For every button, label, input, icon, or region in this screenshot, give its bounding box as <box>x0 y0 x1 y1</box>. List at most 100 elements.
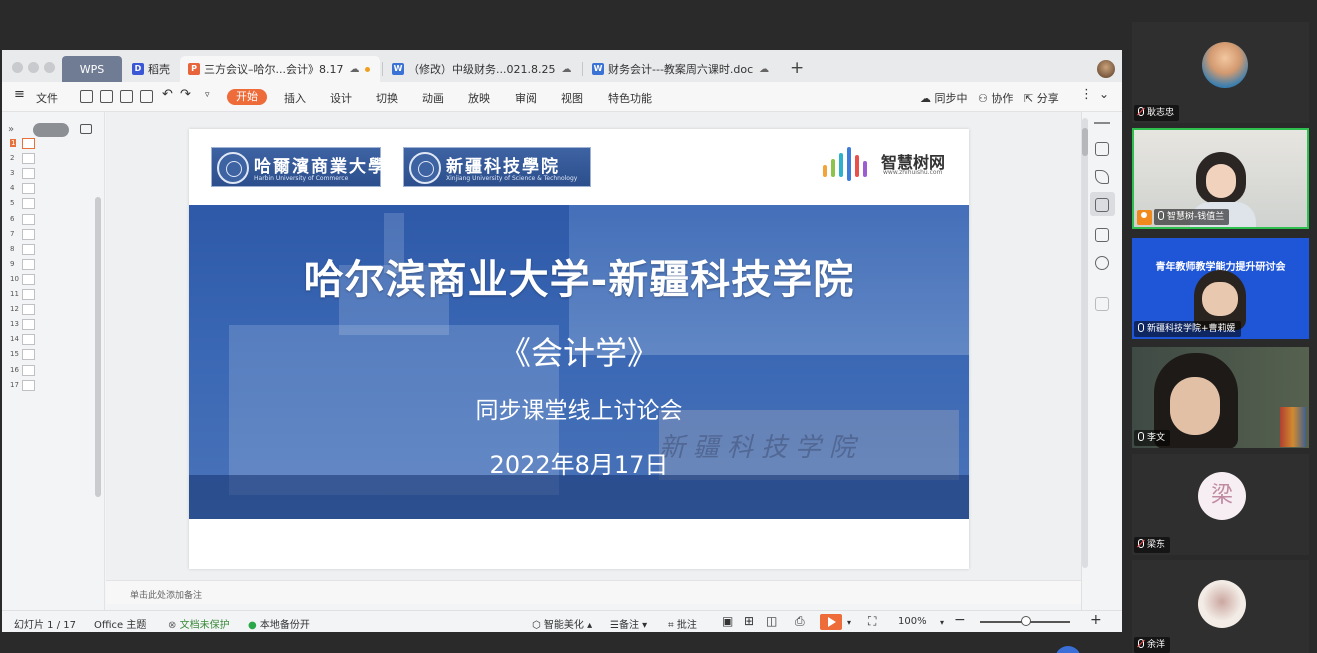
thumbnail-number: 7 <box>10 229 15 238</box>
save-icon[interactable] <box>80 90 93 103</box>
collaborate-button[interactable]: ⚇ 协作 <box>978 90 1013 106</box>
collapse-ribbon-icon[interactable]: ⌄ <box>1099 87 1109 101</box>
zoom-out-icon[interactable]: − <box>954 612 966 628</box>
tab-view[interactable]: 视图 <box>561 90 583 106</box>
quick-access-dropdown-icon[interactable]: ▿ <box>205 90 210 100</box>
tab-slideshow[interactable]: 放映 <box>468 90 490 106</box>
tab-presentation[interactable]: P 三方会议–哈尔...会计》8.17 ☁ <box>180 56 380 82</box>
notes-area[interactable]: 单击此处添加备注 <box>106 580 1081 604</box>
participant-tile[interactable]: 余洋 <box>1132 560 1309 653</box>
slide-thumbnail[interactable] <box>22 273 35 285</box>
right-tool-panel: ••• <box>1081 112 1122 632</box>
scrollbar-thumb[interactable] <box>1082 128 1088 156</box>
slide-view-icon[interactable] <box>80 124 92 134</box>
tab-daoke[interactable]: D 稻壳 <box>124 56 178 82</box>
daoke-icon: D <box>132 63 144 75</box>
history-icon[interactable] <box>1095 256 1109 270</box>
slide-thumbnail[interactable] <box>22 379 35 391</box>
tab-start[interactable]: 开始 <box>227 89 267 105</box>
tab-wps-home[interactable]: WPS <box>62 56 122 82</box>
print-icon[interactable] <box>120 90 133 103</box>
local-backup[interactable]: ● 本地备份开 <box>248 616 310 631</box>
slide-thumbnail[interactable] <box>22 168 35 180</box>
tab-transition[interactable]: 切换 <box>376 90 398 106</box>
outline-view-toggle[interactable] <box>33 123 69 137</box>
properties-icon[interactable] <box>1095 142 1109 156</box>
participant-tile[interactable]: 耿志忠 <box>1132 22 1309 123</box>
tab-document-2[interactable]: W （修改）中级财务...021.8.25 ☁ <box>384 56 580 82</box>
fit-window-icon[interactable]: ⛶ <box>868 614 876 629</box>
slide-thumbnail[interactable] <box>22 198 35 210</box>
grid-view-icon[interactable]: ⊞ <box>744 614 754 628</box>
current-slide[interactable]: 哈爾濱商業大學 Harbin University of Commerce 新疆… <box>189 129 969 569</box>
slide-thumbnail[interactable] <box>22 289 35 300</box>
slide-thumbnail[interactable] <box>22 153 35 165</box>
participant-name: 新疆科技学院+曹莉媛 <box>1134 321 1241 337</box>
mic-muted-icon <box>1138 639 1144 648</box>
participant-tile[interactable]: 李文 <box>1132 347 1309 448</box>
export-icon[interactable] <box>100 90 113 103</box>
tab-features[interactable]: 特色功能 <box>608 90 652 106</box>
user-avatar[interactable] <box>1097 60 1115 78</box>
slide-thumbnail[interactable] <box>22 228 35 240</box>
slide-thumbnail[interactable] <box>22 138 35 149</box>
thumbnail-scrollbar[interactable] <box>95 197 101 497</box>
tab-animation[interactable]: 动画 <box>422 90 444 106</box>
redo-icon[interactable]: ↷ <box>180 87 191 102</box>
comment-button[interactable]: ⌗ 批注 <box>668 616 697 631</box>
slide-thumbnail[interactable] <box>22 243 35 255</box>
panel-grip-icon <box>1094 122 1110 124</box>
reading-view-icon[interactable]: ◫ <box>766 614 777 628</box>
undo-icon[interactable]: ↶ <box>162 87 173 102</box>
cube-icon[interactable] <box>1095 297 1109 311</box>
zoom-dropdown-icon[interactable]: ▾ <box>940 618 944 627</box>
pin-icon[interactable] <box>1095 170 1109 184</box>
participant-tile[interactable]: 梁 梁东 <box>1132 454 1309 555</box>
more-icon[interactable]: ⋮ <box>1080 87 1093 102</box>
play-slideshow-button[interactable] <box>820 614 842 630</box>
sync-status[interactable]: ☁ 同步中 <box>920 90 968 106</box>
slide-thumbnail[interactable] <box>22 183 35 195</box>
bookshelf <box>1280 407 1306 447</box>
tab-document-3[interactable]: W 财务会计---教案周六课时.doc ☁ <box>584 56 780 82</box>
canvas-scrollbar[interactable] <box>1082 118 1088 568</box>
zoom-in-icon[interactable]: + <box>1090 612 1102 628</box>
zoom-slider-knob[interactable] <box>1021 616 1031 626</box>
collapse-panel-icon[interactable]: » <box>8 124 14 135</box>
participant-tile-speaking[interactable]: 智慧树-钱值兰 <box>1132 128 1309 229</box>
tab-bar: WPS D 稻壳 P 三方会议–哈尔...会计》8.17 ☁ W （修改）中级财务… <box>2 50 1122 82</box>
zoom-level[interactable]: 100% <box>898 616 927 627</box>
participant-name: 耿志忠 <box>1134 105 1180 121</box>
play-options-icon[interactable]: ▾ <box>847 618 851 627</box>
slide-thumbnail[interactable] <box>22 319 35 331</box>
notes-button[interactable]: ☰备注 ▾ <box>610 616 647 631</box>
slide-thumbnail[interactable] <box>22 213 35 225</box>
thumbnail-number: 11 <box>10 290 19 298</box>
share-button[interactable]: ⇱ 分享 <box>1024 90 1059 106</box>
window-close-icon[interactable] <box>12 62 23 73</box>
slide-thumbnail[interactable] <box>22 364 35 376</box>
tab-insert[interactable]: 插入 <box>284 90 306 106</box>
slide-thumbnail[interactable] <box>22 334 35 346</box>
window-zoom-icon[interactable] <box>44 62 55 73</box>
slide-thumbnail[interactable] <box>22 304 35 316</box>
floating-control-button[interactable] <box>1055 646 1081 653</box>
animation-icon[interactable] <box>1095 198 1109 212</box>
print-preview-icon[interactable] <box>140 90 153 103</box>
file-menu[interactable]: 文件 <box>36 90 58 106</box>
smart-beautify-button[interactable]: ⬡ 智能美化 ▴ <box>532 616 592 631</box>
document-protection[interactable]: ⊗ 文档未保护 <box>168 616 230 631</box>
tab-review[interactable]: 审阅 <box>515 90 537 106</box>
theme-name[interactable]: Office 主题 <box>94 616 146 631</box>
window-minimize-icon[interactable] <box>28 62 39 73</box>
thumbnail-number: 8 <box>10 244 15 253</box>
normal-view-icon[interactable]: ▣ <box>722 614 733 628</box>
slide-thumbnail[interactable] <box>22 349 35 361</box>
tab-design[interactable]: 设计 <box>330 90 352 106</box>
switch-icon[interactable] <box>1095 228 1109 242</box>
menu-hamburger-icon[interactable]: ≡ <box>14 87 25 102</box>
participant-tile[interactable]: 青年教师教学能力提升研讨会 新疆科技学院+曹莉媛 <box>1132 238 1309 339</box>
slide-thumbnail[interactable] <box>22 258 35 270</box>
new-tab-plus-icon[interactable]: + <box>790 58 804 78</box>
presenter-icon[interactable]: ⎙ <box>795 614 805 629</box>
